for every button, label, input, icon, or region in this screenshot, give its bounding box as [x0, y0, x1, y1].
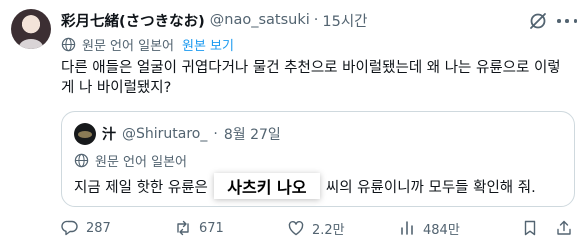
- reply-count: 287: [86, 220, 111, 236]
- quoted-author-handle[interactable]: @Shirutaro_: [122, 126, 207, 142]
- quoted-author-display-name[interactable]: 汁: [102, 124, 116, 144]
- quoted-tweet-text: 지금 제일 핫한 유륜은 사츠키 나오 씨의 유륜이니까 모두들 확인해 줘.: [74, 173, 536, 199]
- quoted-translation-info: 원문 언어 일본어: [74, 151, 187, 170]
- repost-button[interactable]: 671: [174, 219, 224, 237]
- like-count: 2.2만: [312, 222, 345, 238]
- quoted-tweet-header: 汁 @Shirutaro_ · 8월 27일: [102, 123, 281, 145]
- show-original-link[interactable]: 원본 보기: [182, 35, 234, 54]
- quoted-text-before: 지금 제일 핫한 유륜은: [74, 179, 208, 196]
- grok-icon[interactable]: [528, 11, 548, 31]
- quoted-tweet[interactable]: 汁 @Shirutaro_ · 8월 27일 원문 언어 일본어 지금 제일 핫…: [61, 111, 575, 207]
- tweet-text: 다른 애들은 얼굴이 귀엽다거나 물건 추천으로 바이럴됐는데 왜 나는 유륜으…: [61, 60, 561, 96]
- like-icon: [288, 220, 304, 236]
- views-button[interactable]: 484만: [398, 219, 460, 238]
- views-icon: [401, 221, 413, 235]
- highlighted-name: 사츠키 나오: [213, 173, 320, 199]
- bookmark-icon: [524, 220, 536, 236]
- more-icon[interactable]: [557, 11, 577, 31]
- author-handle[interactable]: @nao_satsuki: [210, 12, 310, 28]
- share-icon: [557, 220, 571, 235]
- reply-button[interactable]: 287: [61, 219, 111, 237]
- author-display-name[interactable]: 彩月七緒(さつきなお): [61, 10, 205, 31]
- reply-icon: [61, 220, 78, 236]
- quoted-header-separator: ·: [213, 126, 218, 142]
- action-bar: 287 671 2.2만 484만: [61, 218, 575, 238]
- views-count: 484만: [423, 222, 460, 238]
- translation-info: 원문 언어 일본어 원본 보기: [61, 35, 234, 54]
- header-separator: ·: [313, 12, 319, 28]
- repost-count: 671: [199, 220, 224, 236]
- translate-globe-icon: [61, 37, 76, 52]
- quoted-text-after: 씨의 유륜이니까 모두들 확인해 줘.: [325, 179, 536, 196]
- translation-source-language: 원문 언어 일본어: [82, 39, 174, 54]
- quoted-author-avatar[interactable]: [74, 123, 96, 145]
- tweet-time[interactable]: 15시간: [322, 10, 367, 31]
- tweet-header: 彩月七緒(さつきなお) @nao_satsuki · 15시간: [61, 9, 368, 31]
- share-button[interactable]: [555, 219, 580, 237]
- like-button[interactable]: 2.2만: [287, 219, 345, 238]
- quoted-translation-source-language: 원문 언어 일본어: [95, 155, 187, 170]
- retweet-icon: [177, 220, 189, 236]
- translate-globe-icon: [74, 153, 89, 168]
- quoted-tweet-date[interactable]: 8월 27일: [224, 124, 281, 144]
- bookmark-button[interactable]: [521, 219, 546, 237]
- author-avatar[interactable]: [11, 9, 51, 49]
